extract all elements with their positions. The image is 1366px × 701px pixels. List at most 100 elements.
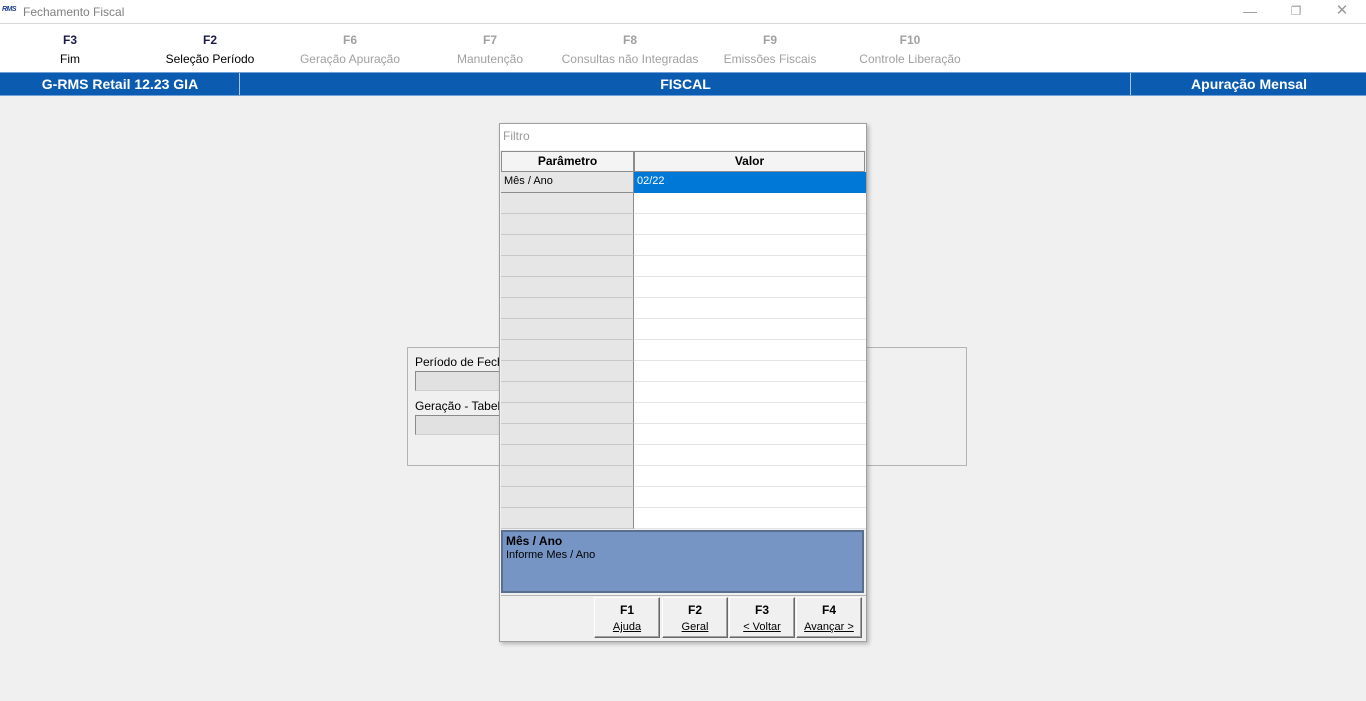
parameter-cell	[501, 403, 634, 424]
button-key: F3	[754, 603, 769, 617]
value-cell[interactable]	[634, 445, 866, 466]
fkey-consultas-nao-integradas[interactable]: F8 Consultas não Integradas	[560, 24, 700, 66]
parameter-cell	[501, 340, 634, 361]
parameter-cell	[501, 424, 634, 445]
fkey-controle-liberacao[interactable]: F10 Controle Liberação	[840, 24, 980, 66]
parameter-cell	[501, 466, 634, 487]
close-button[interactable]: ✕	[1319, 2, 1365, 22]
filter-dialog: Filtro Parâmetro Valor Mês / Ano 02/22 Mê…	[499, 123, 867, 642]
table-row[interactable]	[501, 256, 866, 277]
table-row[interactable]	[501, 277, 866, 298]
button-key: F4	[821, 603, 836, 617]
back-button[interactable]: F3 < Voltar	[729, 597, 795, 638]
value-cell[interactable]	[634, 466, 866, 487]
fkey-geracao-apuracao[interactable]: F6 Geração Apuração	[280, 24, 420, 66]
value-cell[interactable]	[634, 277, 866, 298]
parameter-description-panel: Mês / Ano Informe Mes / Ano	[501, 530, 864, 593]
parameter-cell	[501, 382, 634, 403]
button-label: < Voltar	[743, 621, 781, 633]
header-band: G-RMS Retail 12.23 GIA FISCAL Apuração M…	[0, 72, 1366, 96]
value-cell[interactable]	[634, 319, 866, 340]
value-cell[interactable]	[634, 382, 866, 403]
fkey-label: Emissões Fiscais	[723, 52, 817, 66]
button-key: F1	[619, 603, 634, 617]
table-row[interactable]	[501, 298, 866, 319]
next-button[interactable]: F4 Avançar >	[796, 597, 862, 638]
parameter-cell	[501, 277, 634, 298]
table-row[interactable]	[501, 340, 866, 361]
fkey-label: Controle Liberação	[859, 52, 961, 66]
fkey-code: F2	[202, 33, 217, 47]
fkey-label: Manutenção	[456, 52, 524, 66]
table-row[interactable]	[501, 382, 866, 403]
fkey-code: F8	[622, 33, 637, 47]
table-row[interactable]	[501, 235, 866, 256]
table-row[interactable]	[501, 403, 866, 424]
description-text: Informe Mes / Ano	[506, 549, 596, 561]
table-row[interactable]	[501, 487, 866, 508]
fkey-label: Seleção Período	[165, 52, 255, 66]
button-label: Ajuda	[612, 621, 642, 633]
table-row[interactable]	[501, 508, 866, 529]
column-header-parametro: Parâmetro	[501, 151, 634, 172]
parameter-cell	[501, 214, 634, 235]
value-cell[interactable]	[634, 340, 866, 361]
button-label: Geral	[681, 621, 709, 633]
table-row[interactable]	[501, 193, 866, 214]
parameter-cell	[501, 361, 634, 382]
table-row[interactable]	[501, 319, 866, 340]
app-logo-icon: RMS	[2, 6, 17, 13]
fkey-label: Fim	[60, 52, 80, 66]
button-label: Avançar >	[804, 621, 854, 633]
fkey-selecao-periodo[interactable]: F2 Seleção Período	[140, 24, 280, 66]
restore-button[interactable]: ❐	[1273, 2, 1319, 22]
parameter-cell	[501, 235, 634, 256]
value-cell[interactable]: 02/22	[634, 172, 866, 193]
table-row[interactable]	[501, 361, 866, 382]
value-cell[interactable]	[634, 403, 866, 424]
fkey-fim[interactable]: F3 Fim	[0, 24, 140, 66]
value-cell[interactable]	[634, 193, 866, 214]
general-button[interactable]: F2 Geral	[662, 597, 728, 638]
button-key: F2	[687, 603, 702, 617]
fkey-code: F3	[62, 33, 77, 47]
fkey-code: F9	[762, 33, 777, 47]
function-key-toolbar: F3 Fim F2 Seleção Período F6 Geração Apu…	[0, 24, 1366, 72]
parameter-cell: Mês / Ano	[501, 172, 634, 193]
system-version: G-RMS Retail 12.23 GIA	[1, 73, 240, 95]
button-separator	[501, 595, 866, 596]
window-title: Fechamento Fiscal	[23, 5, 125, 19]
value-cell[interactable]	[634, 508, 866, 529]
value-cell[interactable]	[634, 361, 866, 382]
value-cell[interactable]	[634, 424, 866, 445]
table-row[interactable]	[501, 466, 866, 487]
parameter-cell	[501, 298, 634, 319]
column-header-valor: Valor	[634, 151, 865, 172]
value-cell[interactable]	[634, 298, 866, 319]
table-row[interactable]	[501, 424, 866, 445]
module-title: FISCAL	[241, 73, 1131, 95]
fkey-label: Consultas não Integradas	[561, 52, 699, 66]
period-label: Período de Fecha	[415, 355, 511, 369]
parameter-cell	[501, 487, 634, 508]
value-cell[interactable]	[634, 487, 866, 508]
table-row[interactable]	[501, 214, 866, 235]
fkey-label: Geração Apuração	[299, 52, 401, 66]
generation-label: Geração - Tabela	[415, 399, 507, 413]
value-cell[interactable]	[634, 235, 866, 256]
value-cell[interactable]	[634, 214, 866, 235]
minimize-button[interactable]: —	[1227, 2, 1273, 22]
help-button[interactable]: F1 Ajuda	[594, 597, 660, 638]
fkey-code: F7	[482, 33, 497, 47]
fkey-emissoes-fiscais[interactable]: F9 Emissões Fiscais	[700, 24, 840, 66]
parameter-cell	[501, 445, 634, 466]
description-title: Mês / Ano	[506, 534, 563, 548]
table-row[interactable]: Mês / Ano 02/22	[501, 172, 866, 193]
screen-title: Apuração Mensal	[1191, 76, 1307, 92]
parameter-cell	[501, 193, 634, 214]
value-cell[interactable]	[634, 256, 866, 277]
fkey-manutencao[interactable]: F7 Manutenção	[420, 24, 560, 66]
table-row[interactable]	[501, 445, 866, 466]
title-bar: RMS Fechamento Fiscal — ❐ ✕	[0, 0, 1366, 24]
fkey-code: F6	[342, 33, 357, 47]
